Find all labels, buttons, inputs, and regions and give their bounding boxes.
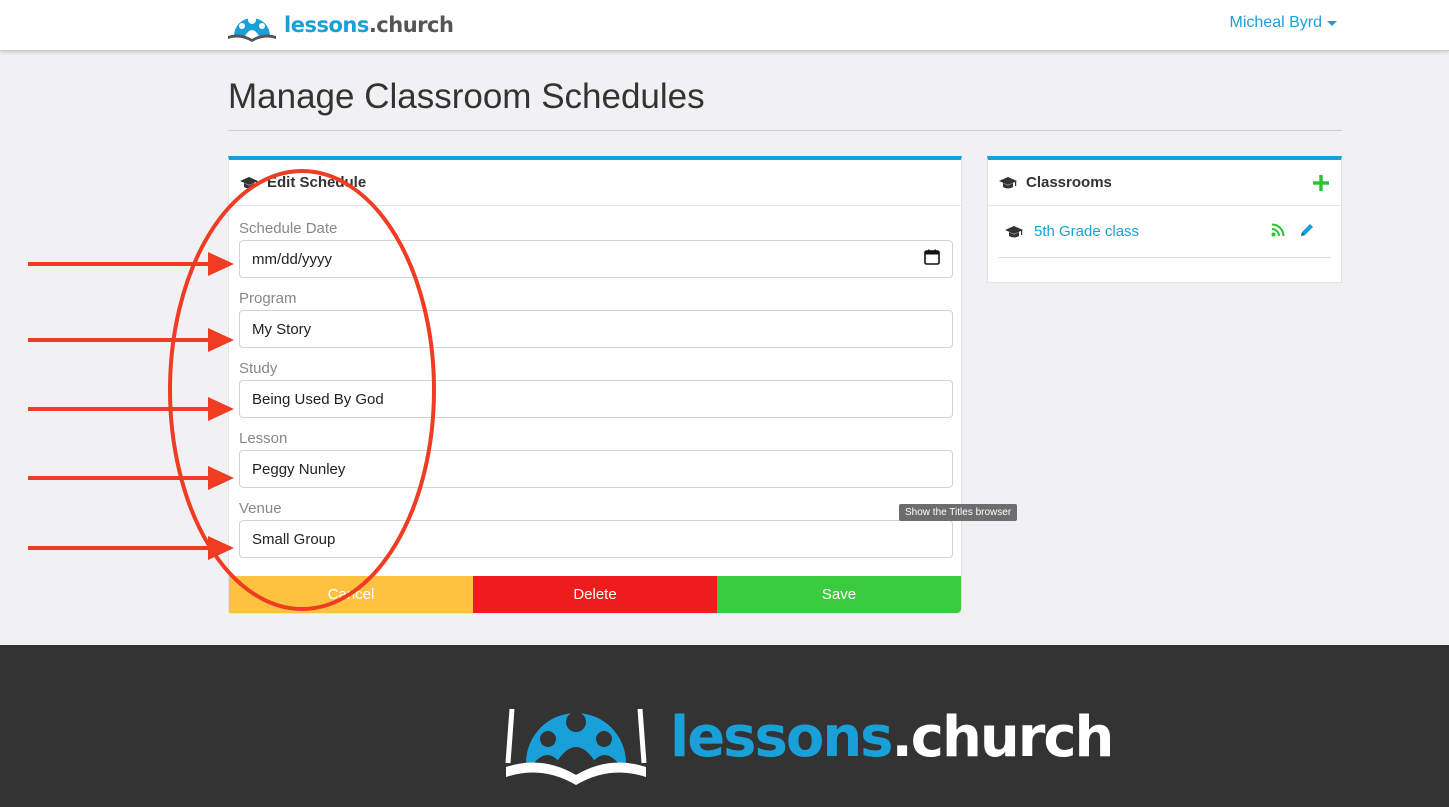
- pencil-icon[interactable]: [1299, 222, 1315, 243]
- venue-label: Venue: [239, 500, 282, 517]
- cancel-button[interactable]: Cancel: [229, 576, 473, 613]
- classroom-list-item: 5th Grade class: [998, 206, 1331, 258]
- logo-icon: [228, 16, 276, 42]
- rss-icon[interactable]: [1271, 223, 1285, 242]
- edit-schedule-panel: Edit Schedule Schedule Date mm/dd/yyyy P…: [228, 156, 962, 614]
- annotation-arrow: [28, 252, 234, 276]
- caret-down-icon: [1327, 20, 1337, 26]
- footer-brand-part1: lessons: [670, 704, 894, 770]
- edit-schedule-title: Edit Schedule: [267, 174, 367, 191]
- study-select[interactable]: Being Used By God: [239, 380, 953, 418]
- lesson-select[interactable]: Peggy Nunley: [239, 450, 953, 488]
- lesson-value: Peggy Nunley: [252, 460, 346, 478]
- classrooms-header: Classrooms: [988, 160, 1341, 206]
- study-value: Being Used By God: [252, 390, 384, 408]
- delete-button[interactable]: Delete: [473, 576, 717, 613]
- brand-text-part2: .church: [368, 13, 454, 37]
- top-navbar: lessons.church Micheal Byrd: [0, 0, 1449, 51]
- logo-icon: [505, 708, 647, 785]
- venue-select[interactable]: Small Group: [239, 520, 953, 558]
- schedule-form: Schedule Date mm/dd/yyyy Program My Stor…: [229, 206, 961, 558]
- plus-icon: [1313, 175, 1329, 191]
- program-select[interactable]: My Story: [239, 310, 953, 348]
- annotation-arrow: [28, 328, 234, 352]
- mortarboard-icon: [239, 176, 259, 190]
- schedule-date-label: Schedule Date: [239, 220, 338, 237]
- footer-logo[interactable]: lessons.church: [504, 685, 1115, 789]
- schedule-date-value: mm/dd/yyyy: [252, 250, 333, 268]
- page-title: Manage Classroom Schedules: [228, 77, 705, 116]
- annotation-arrow: [28, 397, 234, 421]
- brand-text-part1: lessons: [284, 13, 369, 37]
- save-button[interactable]: Save: [717, 576, 961, 613]
- mortarboard-icon: [1004, 225, 1024, 239]
- calendar-icon[interactable]: [924, 249, 940, 269]
- mortarboard-icon: [998, 176, 1018, 190]
- classroom-link[interactable]: 5th Grade class: [1034, 223, 1139, 240]
- edit-schedule-header: Edit Schedule: [229, 160, 961, 206]
- study-label: Study: [239, 360, 278, 377]
- brand-logo[interactable]: lessons.church: [226, 6, 454, 44]
- annotation-arrow: [28, 536, 234, 560]
- classrooms-panel: Classrooms 5th Grade class: [987, 156, 1342, 283]
- lesson-label: Lesson: [239, 430, 288, 447]
- form-button-row: Cancel Delete Save: [229, 576, 961, 613]
- program-value: My Story: [252, 320, 312, 338]
- venue-value: Small Group: [252, 530, 336, 548]
- user-name: Micheal Byrd: [1229, 14, 1322, 31]
- user-menu-dropdown[interactable]: Micheal Byrd: [1230, 14, 1337, 32]
- titles-browser-tooltip: Show the Titles browser: [899, 504, 1018, 521]
- program-label: Program: [239, 290, 297, 307]
- title-divider: [228, 130, 1342, 131]
- classrooms-title: Classrooms: [1026, 174, 1112, 191]
- footer: lessons.church: [0, 645, 1449, 807]
- annotation-arrow: [28, 466, 234, 490]
- footer-brand-part2: .church: [891, 704, 1115, 770]
- add-classroom-button[interactable]: [1313, 172, 1329, 192]
- schedule-date-input[interactable]: mm/dd/yyyy: [239, 240, 953, 278]
